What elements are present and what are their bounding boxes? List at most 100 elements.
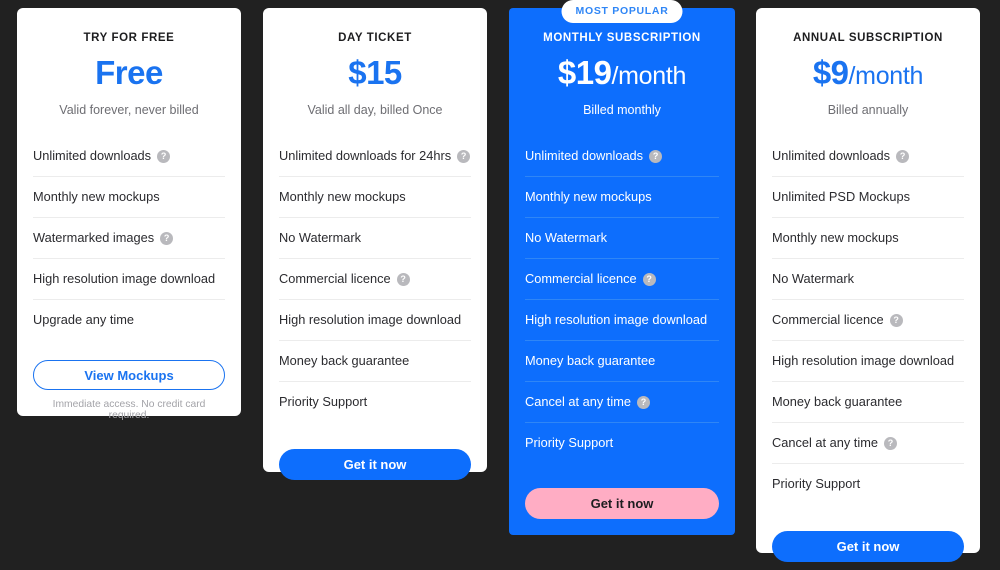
plan-name: DAY TICKET — [338, 32, 412, 44]
view-mockups-button[interactable]: View Mockups — [33, 360, 225, 390]
feature-label: High resolution image download — [279, 312, 462, 328]
feature-label: High resolution image download — [772, 353, 955, 369]
feature-label: Priority Support — [525, 435, 614, 451]
list-item: Commercial licence ? — [772, 300, 964, 341]
feature-label: Unlimited downloads for 24hrs — [279, 148, 452, 164]
feature-label: Unlimited downloads — [525, 148, 644, 164]
list-item: No Watermark — [279, 218, 471, 259]
help-icon[interactable]: ? — [896, 149, 910, 163]
list-item: High resolution image download — [33, 259, 225, 300]
help-icon[interactable]: ? — [157, 149, 171, 163]
list-item: Upgrade any time — [33, 300, 225, 340]
feature-label: High resolution image download — [33, 271, 216, 287]
list-item: Unlimited downloads for 24hrs ? — [279, 136, 471, 177]
feature-list: Unlimited downloads for 24hrs ? Monthly … — [279, 136, 471, 422]
pricing-card-try-for-free: TRY FOR FREE Free Valid forever, never b… — [17, 8, 241, 421]
feature-label: No Watermark — [525, 230, 608, 246]
feature-label: Unlimited downloads — [33, 148, 152, 164]
status-badge: MOST POPULAR — [561, 0, 683, 23]
plan-name: TRY FOR FREE — [83, 32, 175, 44]
list-item: Monthly new mockups — [525, 177, 719, 218]
help-icon[interactable]: ? — [883, 436, 897, 450]
price-amount: $9 — [812, 54, 849, 91]
pricing-card-annual-subscription: ANNUAL SUBSCRIPTION $9/month Billed annu… — [756, 8, 980, 562]
list-item: Watermarked images ? — [33, 218, 225, 259]
list-item: Monthly new mockups — [279, 177, 471, 218]
list-item: Unlimited downloads ? — [525, 136, 719, 177]
help-icon[interactable]: ? — [457, 149, 471, 163]
cta-container: View Mockups Immediate access. No credit… — [33, 360, 225, 421]
plan-name: ANNUAL SUBSCRIPTION — [793, 32, 943, 44]
feature-label: Monthly new mockups — [33, 189, 160, 205]
list-item: Cancel at any time ? — [525, 382, 719, 423]
price-amount: $15 — [348, 54, 402, 91]
list-item: Unlimited downloads ? — [772, 136, 964, 177]
feature-label: No Watermark — [279, 230, 362, 246]
feature-list: Unlimited downloads ? Monthly new mockup… — [525, 136, 719, 463]
help-icon[interactable]: ? — [396, 272, 410, 286]
pricing-card-monthly-subscription: MOST POPULAR MONTHLY SUBSCRIPTION $19/mo… — [509, 0, 735, 535]
billing-note: Billed annually — [827, 103, 909, 117]
list-item: High resolution image download — [525, 300, 719, 341]
pricing-card-day-ticket: DAY TICKET $15 Valid all day, billed Onc… — [263, 8, 487, 480]
plan-name: MONTHLY SUBSCRIPTION — [543, 32, 701, 44]
feature-label: Watermarked images — [33, 230, 155, 246]
list-item: Priority Support — [525, 423, 719, 463]
billing-note: Valid forever, never billed — [59, 103, 199, 117]
help-icon[interactable]: ? — [160, 231, 174, 245]
help-icon[interactable]: ? — [889, 313, 903, 327]
feature-label: Upgrade any time — [33, 312, 135, 328]
list-item: Money back guarantee — [772, 382, 964, 423]
feature-label: Unlimited downloads — [772, 148, 891, 164]
plan-price: $15 — [279, 56, 471, 89]
list-item: Unlimited PSD Mockups — [772, 177, 964, 218]
list-item: Monthly new mockups — [33, 177, 225, 218]
feature-label: Monthly new mockups — [279, 189, 406, 205]
list-item: Priority Support — [772, 464, 964, 504]
price-period: /month — [848, 62, 924, 90]
cta-container: Get it now — [525, 488, 719, 519]
feature-label: Commercial licence — [525, 271, 637, 287]
plan-price: $19/month — [525, 56, 719, 89]
list-item: No Watermark — [772, 259, 964, 300]
get-it-now-button[interactable]: Get it now — [772, 531, 964, 562]
feature-label: Priority Support — [772, 476, 861, 492]
feature-label: Commercial licence — [279, 271, 391, 287]
get-it-now-button[interactable]: Get it now — [525, 488, 719, 519]
help-icon[interactable]: ? — [642, 272, 656, 286]
cta-container: Get it now — [279, 449, 471, 480]
list-item: Money back guarantee — [279, 341, 471, 382]
help-icon[interactable]: ? — [636, 395, 650, 409]
list-item: No Watermark — [525, 218, 719, 259]
feature-label: Cancel at any time — [772, 435, 878, 451]
feature-label: Money back guarantee — [525, 353, 656, 369]
plan-price: Free — [33, 56, 225, 89]
list-item: Commercial licence ? — [279, 259, 471, 300]
pricing-table: TRY FOR FREE Free Valid forever, never b… — [0, 0, 1000, 570]
price-amount: Free — [95, 54, 163, 91]
feature-label: Money back guarantee — [772, 394, 903, 410]
list-item: High resolution image download — [279, 300, 471, 341]
billing-note: Valid all day, billed Once — [307, 103, 443, 117]
cta-container: Get it now — [772, 531, 964, 562]
feature-label: High resolution image download — [525, 312, 708, 328]
feature-label: Unlimited PSD Mockups — [772, 189, 910, 205]
price-amount: $19 — [557, 54, 612, 91]
list-item: Monthly new mockups — [772, 218, 964, 259]
list-item: Unlimited downloads ? — [33, 136, 225, 177]
list-item: High resolution image download — [772, 341, 964, 382]
plan-price: $9/month — [772, 56, 964, 89]
list-item: Money back guarantee — [525, 341, 719, 382]
feature-label: Priority Support — [279, 394, 368, 410]
feature-label: Commercial licence — [772, 312, 884, 328]
get-it-now-button[interactable]: Get it now — [279, 449, 471, 480]
list-item: Priority Support — [279, 382, 471, 422]
list-item: Cancel at any time ? — [772, 423, 964, 464]
feature-label: Money back guarantee — [279, 353, 410, 369]
list-item: Commercial licence ? — [525, 259, 719, 300]
billing-note: Billed monthly — [583, 103, 661, 117]
feature-label: Cancel at any time — [525, 394, 631, 410]
feature-label: No Watermark — [772, 271, 855, 287]
cta-fineprint: Immediate access. No credit card require… — [52, 399, 206, 421]
help-icon[interactable]: ? — [649, 149, 663, 163]
